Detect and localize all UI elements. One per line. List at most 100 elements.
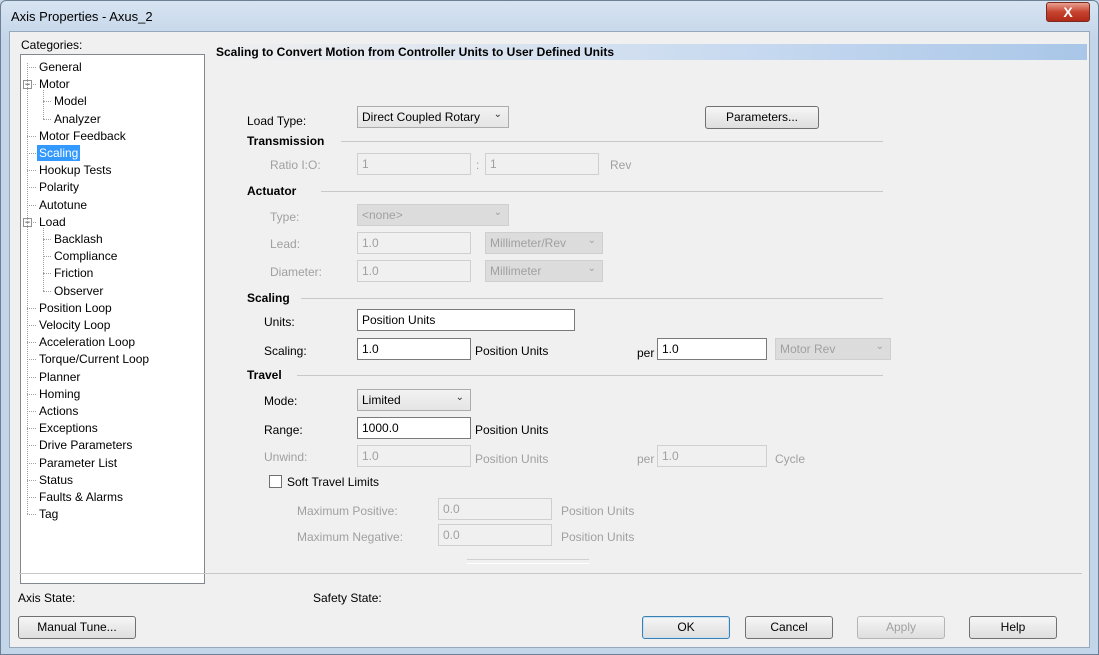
tree-item-tag[interactable]: Tag: [37, 506, 60, 522]
soft-travel-limits-checkbox[interactable]: [269, 475, 282, 488]
max-negative-field[interactable]: 0.0: [438, 524, 552, 546]
scaling-unit: Position Units: [475, 344, 549, 358]
ok-button[interactable]: OK: [642, 616, 730, 639]
tree-item-analyzer[interactable]: Analyzer: [52, 111, 103, 127]
ratio-unit: Rev: [610, 158, 632, 172]
tree-connector: [43, 273, 51, 275]
actuator-type-value: <none>: [362, 208, 403, 222]
section-header: Scaling to Convert Motion from Controlle…: [216, 45, 615, 59]
tree-connector: [27, 514, 36, 516]
tree-connector: [27, 187, 36, 189]
tree-connector: [43, 239, 51, 240]
tree-item-scaling[interactable]: Scaling: [37, 145, 81, 161]
mode-select[interactable]: Limited ⌄: [357, 389, 471, 411]
tree-item-actions[interactable]: Actions: [37, 403, 80, 419]
panel-splitter[interactable]: [467, 559, 589, 564]
tree-item-hookup-tests[interactable]: Hookup Tests: [37, 162, 114, 178]
unwind-per-field[interactable]: 1.0: [657, 445, 767, 467]
range-field[interactable]: 1000.0: [357, 417, 471, 439]
close-button[interactable]: X: [1046, 2, 1090, 22]
chevron-down-icon: ⌄: [455, 392, 464, 403]
tree-item-status[interactable]: Status: [37, 472, 75, 488]
mode-label: Mode:: [264, 394, 298, 408]
per-label: per: [637, 346, 655, 360]
tree-item-exceptions[interactable]: Exceptions: [37, 420, 100, 436]
tree-item-load[interactable]: Load: [37, 214, 68, 230]
tree-connector: [43, 256, 51, 258]
tree-connector: [27, 359, 36, 361]
tree-trunk: [27, 63, 28, 515]
tree-item-polarity[interactable]: Polarity: [37, 179, 81, 195]
title-bar[interactable]: Axis Properties - Axus_2 X: [1, 1, 1098, 31]
tree-item-faults-alarms[interactable]: Faults & Alarms: [37, 489, 125, 505]
tree-item-velocity-loop[interactable]: Velocity Loop: [37, 317, 112, 333]
lead-unit-select[interactable]: Millimeter/Rev ⌄: [485, 232, 603, 254]
tree-item-friction[interactable]: Friction: [52, 265, 95, 281]
tree-item-autotune[interactable]: Autotune: [37, 197, 89, 213]
tree-connector: [27, 428, 36, 430]
tree-item-torque-current-loop[interactable]: Torque/Current Loop: [37, 351, 151, 367]
load-type-select[interactable]: Direct Coupled Rotary ⌄: [357, 106, 509, 128]
categories-tree[interactable]: General − Motor Model Analyzer Motor Feedback…: [20, 54, 205, 584]
tree-connector: [27, 479, 36, 481]
ratio-label: Ratio I:O:: [270, 158, 321, 172]
tree-item-motor-feedback[interactable]: Motor Feedback: [37, 128, 128, 144]
chevron-down-icon: ⌄: [493, 207, 502, 218]
scaling-label: Scaling:: [264, 344, 307, 358]
tree-item-observer[interactable]: Observer: [52, 283, 105, 299]
tree-connector: [27, 153, 36, 154]
per-field[interactable]: 1.0: [657, 338, 767, 360]
scaling-field[interactable]: 1.0: [357, 338, 471, 360]
tree-item-acceleration-loop[interactable]: Acceleration Loop: [37, 334, 137, 350]
diameter-unit-select[interactable]: Millimeter ⌄: [485, 260, 603, 282]
chevron-down-icon: ⌄: [875, 341, 884, 352]
tree-item-model[interactable]: Model: [52, 93, 89, 109]
parameters-button[interactable]: Parameters...: [705, 106, 819, 129]
tree-item-position-loop[interactable]: Position Loop: [37, 300, 114, 316]
tree-item-planner[interactable]: Planner: [37, 369, 82, 385]
max-negative-unit: Position Units: [561, 530, 635, 544]
load-type-label: Load Type:: [247, 114, 307, 128]
tree-connector: [27, 67, 36, 68]
lead-field[interactable]: 1.0: [357, 232, 471, 254]
tree-connector: [43, 101, 51, 103]
ratio-output-field[interactable]: 1: [485, 153, 599, 175]
tree-item-general[interactable]: General: [37, 59, 84, 75]
tree-connector: [43, 118, 51, 120]
tree-branch: [43, 90, 44, 119]
tree-item-drive-parameters[interactable]: Drive Parameters: [37, 437, 134, 453]
close-icon: X: [1063, 4, 1073, 20]
lead-label: Lead:: [270, 237, 301, 251]
tree-item-backlash[interactable]: Backlash: [52, 231, 105, 247]
max-negative-label: Maximum Negative:: [297, 530, 404, 544]
diameter-unit-value: Millimeter: [490, 264, 542, 278]
help-button[interactable]: Help: [969, 616, 1057, 639]
diameter-field[interactable]: 1.0: [357, 260, 471, 282]
apply-button[interactable]: Apply: [857, 616, 945, 639]
actuator-type-label: Type:: [270, 210, 300, 224]
actuator-divider: [321, 191, 883, 192]
max-positive-field[interactable]: 0.0: [438, 498, 552, 520]
cancel-button[interactable]: Cancel: [745, 616, 833, 639]
ratio-input-field[interactable]: 1: [357, 153, 471, 175]
units-label: Units:: [264, 315, 295, 329]
range-unit: Position Units: [475, 423, 549, 437]
tree-item-parameter-list[interactable]: Parameter List: [37, 455, 119, 471]
tree-connector: [27, 376, 36, 378]
transmission-divider: [341, 141, 883, 142]
range-label: Range:: [264, 423, 303, 437]
unwind-per-label: per: [637, 452, 655, 466]
tree-connector: [27, 307, 36, 309]
safety-state-label: Safety State:: [313, 591, 382, 605]
actuator-type-select[interactable]: <none> ⌄: [357, 204, 509, 226]
tree-connector: [27, 462, 36, 464]
manual-tune-button[interactable]: Manual Tune...: [18, 616, 136, 639]
tree-branch: [43, 227, 44, 291]
tree-item-compliance[interactable]: Compliance: [52, 248, 119, 264]
unwind-field[interactable]: 1.0: [357, 445, 471, 467]
units-field[interactable]: Position Units: [357, 309, 575, 331]
chevron-down-icon: ⌄: [587, 263, 596, 274]
per-unit-select[interactable]: Motor Rev ⌄: [775, 338, 891, 360]
tree-item-homing[interactable]: Homing: [37, 386, 82, 402]
tree-connector: [27, 325, 36, 326]
